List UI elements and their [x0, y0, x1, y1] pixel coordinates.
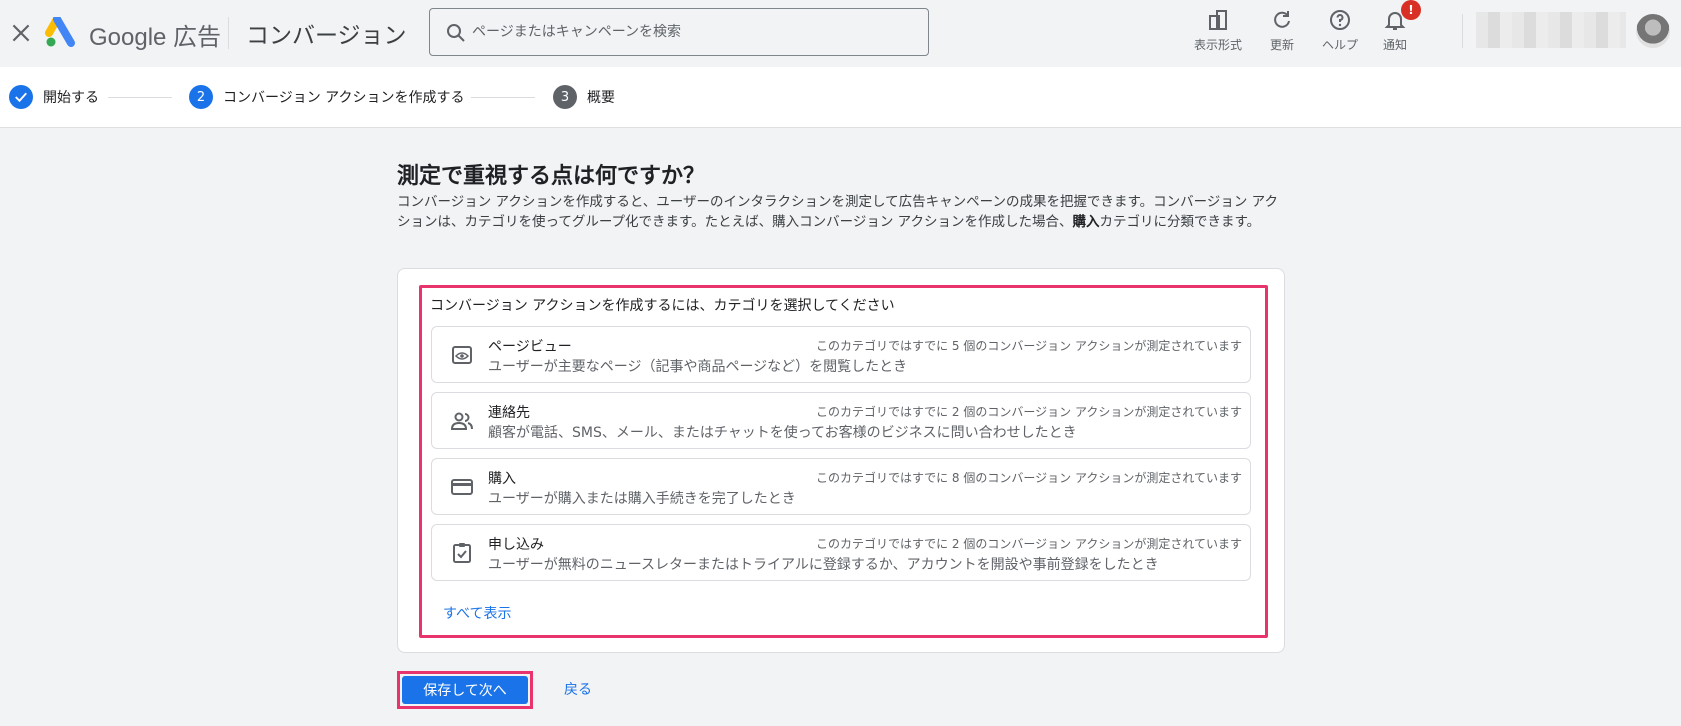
- step-start: 開始する: [9, 85, 99, 109]
- help-icon: [1330, 10, 1350, 30]
- search-input[interactable]: [472, 9, 912, 55]
- google-ads-logo-icon: [45, 15, 77, 47]
- save-button-highlight: 保存して次へ: [397, 671, 533, 709]
- category-card: コンバージョン アクションを作成するには、カテゴリを選択してください ページビュ…: [397, 268, 1285, 653]
- notifications-button[interactable]: 通知 !: [1365, 0, 1425, 58]
- contacts-icon: [450, 409, 474, 433]
- option-count: このカテゴリではすでに 2 個のコンバージョン アクションが測定されています: [815, 537, 1242, 551]
- pageview-icon: [450, 343, 474, 367]
- option-name: ページビュー: [488, 339, 572, 355]
- option-desc: ユーザーが主要なページ（記事や商品ページなど）を閲覧したとき: [488, 359, 908, 375]
- appearance-icon: [1209, 10, 1227, 30]
- category-option-purchase[interactable]: 購入 ユーザーが購入または購入手続きを完了したとき このカテゴリではすでに 8 …: [431, 458, 1251, 515]
- avatar[interactable]: [1636, 14, 1670, 48]
- step-label: 概要: [587, 90, 615, 106]
- search-box[interactable]: [429, 8, 929, 56]
- refresh-label: 更新: [1269, 38, 1294, 52]
- step-number: 2: [189, 85, 213, 109]
- option-name: 連絡先: [488, 405, 530, 421]
- option-desc: ユーザーが無料のニュースレターまたはトライアルに登録するか、アカウントを開設や事…: [488, 557, 1159, 573]
- card-heading: コンバージョン アクションを作成するには、カテゴリを選択してください: [430, 298, 895, 314]
- notification-badge: !: [1401, 0, 1421, 20]
- step-connector: [471, 97, 535, 98]
- refresh-button[interactable]: 更新: [1252, 6, 1312, 58]
- step-label: コンバージョン アクションを作成する: [223, 90, 465, 106]
- save-next-button[interactable]: 保存して次へ: [402, 676, 528, 704]
- step-connector: [108, 97, 172, 98]
- category-option-signup[interactable]: 申し込み ユーザーが無料のニュースレターまたはトライアルに登録するか、アカウント…: [431, 524, 1251, 581]
- question-title: 測定で重視する点は何ですか？: [397, 164, 706, 189]
- step-create: 2 コンバージョン アクションを作成する: [189, 85, 464, 109]
- step-label: 開始する: [43, 90, 99, 106]
- option-name: 購入: [488, 471, 516, 487]
- category-option-pageview[interactable]: ページビュー ユーザーが主要なページ（記事や商品ページなど）を閲覧したとき この…: [431, 326, 1251, 383]
- option-count: このカテゴリではすでに 8 個のコンバージョン アクションが測定されています: [815, 471, 1242, 485]
- option-count: このカテゴリではすでに 5 個のコンバージョン アクションが測定されています: [815, 339, 1242, 353]
- account-info-blurred[interactable]: [1476, 12, 1626, 48]
- progress-stepper: 開始する 2 コンバージョン アクションを作成する 3 概要: [0, 67, 1681, 128]
- description-text: カテゴリに分類できます。: [1099, 214, 1261, 230]
- refresh-icon: [1274, 11, 1290, 28]
- check-icon: [9, 85, 33, 109]
- divider: [1462, 14, 1463, 48]
- search-icon: [444, 21, 468, 45]
- show-all-link[interactable]: すべて表示: [443, 603, 511, 623]
- back-link[interactable]: 戻る: [564, 679, 592, 699]
- divider: [228, 17, 229, 49]
- description-bold: 購入: [1072, 214, 1100, 230]
- top-header: Google 広告 コンバージョン 表示形式 更新 ヘルプ 通知 !: [0, 0, 1681, 67]
- option-name: 申し込み: [488, 537, 544, 553]
- appearance-label: 表示形式: [1193, 38, 1242, 52]
- credit-card-icon: [450, 475, 474, 499]
- category-option-contacts[interactable]: 連絡先 顧客が電話、SMS、メール、またはチャットを使ってお客様のビジネスに問い…: [431, 392, 1251, 449]
- brand-name: Google 広告: [89, 24, 222, 51]
- help-button[interactable]: ヘルプ: [1310, 6, 1370, 58]
- step-summary: 3 概要: [553, 85, 615, 109]
- question-description: コンバージョン アクションを作成すると、ユーザーのインタラクションを測定して広告…: [397, 192, 1287, 232]
- page-title: コンバージョン: [246, 23, 407, 49]
- appearance-button[interactable]: 表示形式: [1188, 6, 1248, 58]
- notifications-label: 通知: [1382, 38, 1407, 52]
- step-number: 3: [553, 85, 577, 109]
- clipboard-check-icon: [450, 541, 474, 565]
- close-icon[interactable]: [8, 20, 34, 46]
- option-count: このカテゴリではすでに 2 個のコンバージョン アクションが測定されています: [815, 405, 1242, 419]
- option-desc: ユーザーが購入または購入手続きを完了したとき: [488, 491, 796, 507]
- help-label: ヘルプ: [1321, 38, 1358, 52]
- option-desc: 顧客が電話、SMS、メール、またはチャットを使ってお客様のビジネスに問い合わせし…: [488, 425, 1077, 441]
